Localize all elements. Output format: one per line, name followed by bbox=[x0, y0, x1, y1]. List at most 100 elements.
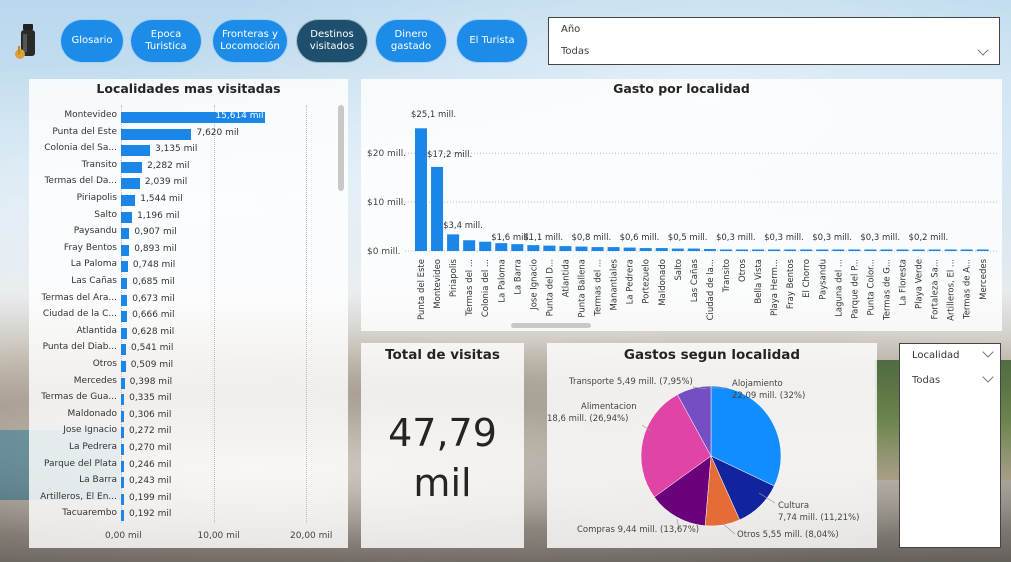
data-label: $0,6 mill. bbox=[620, 233, 660, 243]
bar[interactable] bbox=[121, 427, 124, 439]
bar[interactable] bbox=[121, 410, 124, 422]
data-label: 0,306 mil bbox=[129, 409, 172, 420]
bar[interactable] bbox=[896, 249, 909, 252]
bar[interactable] bbox=[121, 178, 140, 190]
data-label: $0,3 mill. bbox=[764, 233, 804, 243]
category-label: Parque del P... bbox=[850, 259, 860, 319]
data-label: $0,5 mill. bbox=[668, 233, 708, 243]
bar[interactable] bbox=[121, 294, 128, 306]
nav-button-epoca[interactable]: Epoca Turistica bbox=[130, 19, 202, 63]
category-label: La Barra bbox=[513, 259, 523, 295]
bar[interactable] bbox=[121, 311, 128, 323]
locality-slicer[interactable]: Localidad Todas bbox=[899, 343, 1001, 548]
bar[interactable] bbox=[543, 245, 556, 251]
bar[interactable] bbox=[719, 249, 732, 252]
category-label: Maldonado bbox=[67, 408, 117, 419]
category-label: Termas de A... bbox=[963, 259, 973, 320]
chevron-down-icon[interactable] bbox=[982, 371, 994, 383]
bar[interactable] bbox=[121, 145, 150, 157]
nav-button-el-turista[interactable]: El Turista bbox=[456, 19, 528, 63]
bar[interactable] bbox=[944, 249, 957, 252]
bar[interactable] bbox=[559, 246, 572, 251]
locality-slicer-value[interactable]: Todas bbox=[912, 375, 940, 386]
data-label: 0,685 mil bbox=[132, 277, 175, 287]
bar[interactable] bbox=[463, 240, 476, 251]
bar[interactable] bbox=[431, 166, 444, 251]
data-label: $0,3 mill. bbox=[860, 233, 900, 243]
bar[interactable] bbox=[447, 234, 460, 251]
bar[interactable] bbox=[121, 244, 130, 256]
bar[interactable] bbox=[607, 247, 620, 251]
category-label: Playa Herm... bbox=[770, 259, 780, 316]
data-label: 3,135 mil bbox=[154, 144, 198, 155]
year-slicer-value[interactable]: Todas bbox=[561, 46, 589, 57]
bar[interactable] bbox=[511, 244, 524, 251]
bar[interactable] bbox=[121, 510, 124, 522]
bar[interactable] bbox=[121, 444, 124, 455]
category-label: El Chorro bbox=[802, 259, 812, 298]
bar[interactable] bbox=[655, 248, 668, 251]
bar[interactable] bbox=[495, 243, 508, 251]
bar[interactable] bbox=[848, 249, 861, 252]
year-slicer[interactable]: Año Todas bbox=[548, 17, 1000, 65]
bar[interactable] bbox=[784, 249, 797, 252]
bar[interactable] bbox=[736, 249, 748, 252]
category-label: Ciudad de la C... bbox=[42, 309, 117, 320]
bar[interactable] bbox=[864, 249, 877, 252]
bar[interactable] bbox=[752, 249, 765, 252]
data-label: $0,3 mill. bbox=[716, 233, 756, 243]
bar[interactable] bbox=[479, 241, 492, 251]
category-label: Las Cañas bbox=[71, 276, 117, 286]
bar[interactable] bbox=[703, 249, 716, 251]
bar[interactable] bbox=[527, 245, 540, 251]
nav-button-dinero[interactable]: Dinero gastado bbox=[375, 19, 447, 63]
bar[interactable] bbox=[768, 249, 781, 252]
bar[interactable] bbox=[832, 249, 845, 252]
bar[interactable] bbox=[121, 261, 128, 273]
bar[interactable] bbox=[816, 249, 829, 252]
bar[interactable] bbox=[639, 248, 652, 251]
bar[interactable] bbox=[121, 327, 127, 339]
category-label: Punta Color... bbox=[866, 259, 876, 316]
bar[interactable] bbox=[121, 477, 124, 489]
nav-button-fronteras-y[interactable]: Fronteras y Locomoción bbox=[212, 19, 288, 63]
bar[interactable] bbox=[121, 211, 133, 223]
chevron-down-icon[interactable] bbox=[982, 346, 994, 358]
total-visits-value: 47,79 bbox=[388, 411, 497, 455]
bar[interactable] bbox=[121, 493, 124, 505]
bar[interactable] bbox=[121, 195, 136, 206]
bar[interactable] bbox=[976, 249, 989, 252]
bar[interactable] bbox=[800, 249, 813, 252]
visits-chart-scrollbar[interactable] bbox=[338, 105, 344, 191]
category-label: Termas del ... bbox=[594, 259, 604, 317]
bar[interactable] bbox=[121, 128, 192, 140]
spending-chart-scrollbar[interactable] bbox=[511, 323, 591, 328]
bar[interactable] bbox=[415, 128, 427, 251]
bar[interactable] bbox=[575, 246, 588, 251]
bar[interactable] bbox=[121, 278, 128, 289]
bar[interactable] bbox=[591, 247, 604, 251]
bar[interactable] bbox=[121, 394, 125, 406]
chevron-down-icon[interactable] bbox=[977, 44, 989, 56]
bar[interactable] bbox=[121, 460, 124, 472]
bar[interactable] bbox=[912, 249, 925, 252]
bar[interactable] bbox=[623, 247, 636, 251]
bar[interactable] bbox=[671, 248, 684, 251]
pie-label: Cultura bbox=[778, 501, 809, 511]
data-label: 0,541 mil bbox=[131, 343, 174, 354]
bar[interactable] bbox=[960, 249, 973, 252]
data-label: 1,196 mil bbox=[137, 210, 180, 221]
bar[interactable] bbox=[880, 249, 893, 252]
bar[interactable] bbox=[121, 228, 130, 240]
nav-button-destinos[interactable]: Destinos visitados bbox=[296, 19, 368, 63]
nav-button-glosario[interactable]: Glosario bbox=[60, 19, 124, 63]
category-label: Portezuelo bbox=[642, 259, 652, 304]
data-label: 0,673 mil bbox=[132, 293, 175, 304]
bar[interactable] bbox=[121, 377, 125, 389]
bar[interactable] bbox=[121, 361, 126, 372]
category-label: Transito bbox=[722, 259, 732, 293]
bar[interactable] bbox=[121, 344, 126, 356]
bar[interactable] bbox=[928, 249, 941, 252]
bar[interactable] bbox=[121, 161, 143, 173]
bar[interactable] bbox=[687, 248, 700, 251]
